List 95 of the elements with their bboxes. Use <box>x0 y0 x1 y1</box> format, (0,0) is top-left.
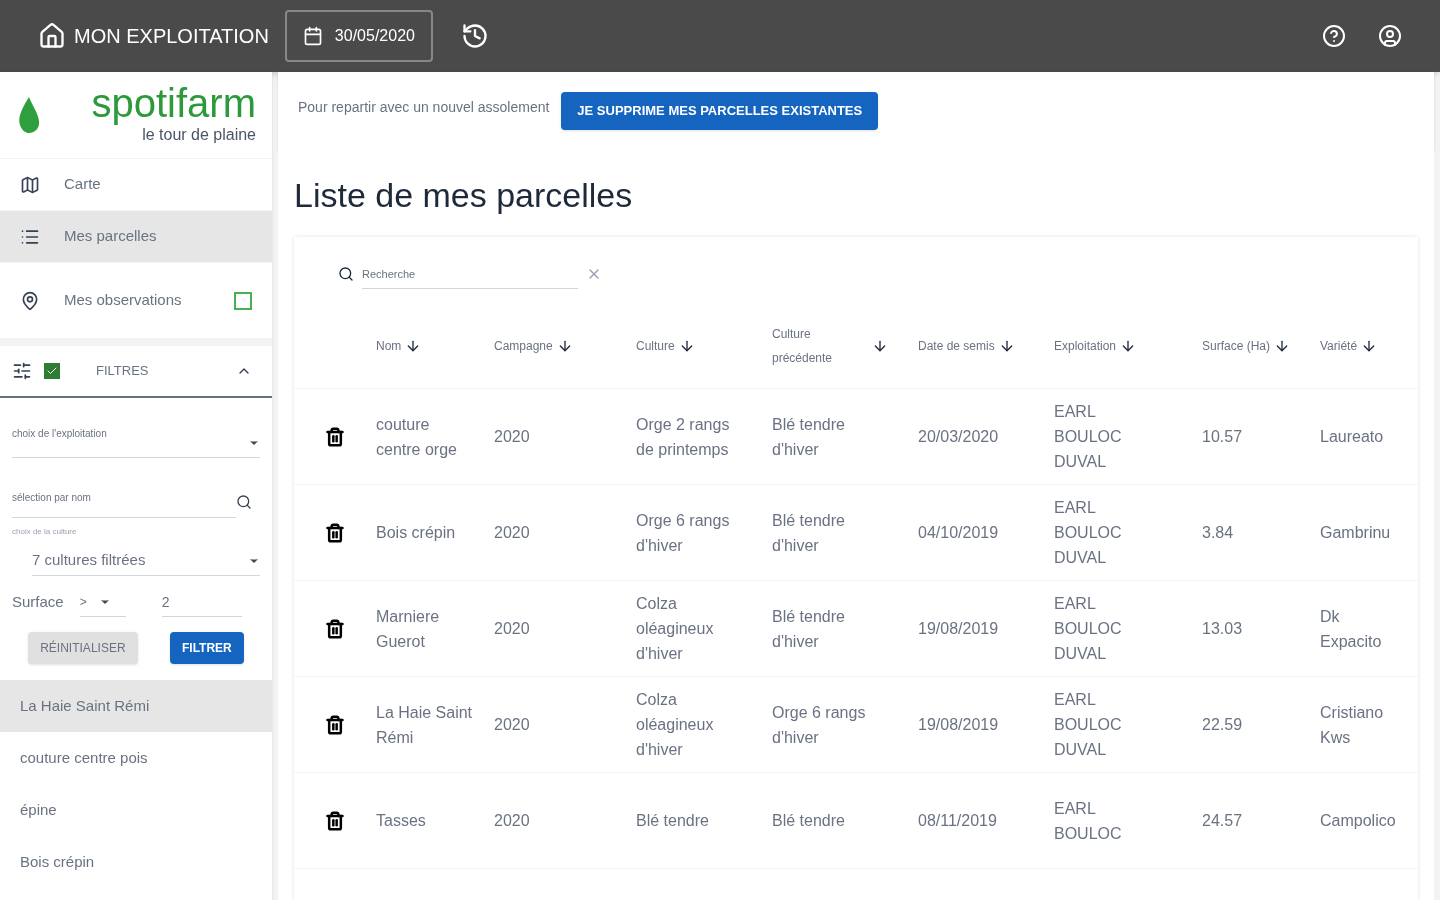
column-header[interactable]: Surface (Ha) <box>1202 333 1271 358</box>
table-cell-text: Blé tendre d'hiver <box>772 414 846 460</box>
table-cell-text: EARL BOULOC DUVAL <box>1054 690 1123 760</box>
table-cell-text: 19/08/2019 <box>918 619 1000 639</box>
table-cell-text: Colza oléagineux d'hiver <box>636 594 715 664</box>
table-cell-text: 2020 <box>494 811 531 831</box>
nav-label: Mes observations <box>64 290 183 311</box>
table-cell-text: 19/08/2019 <box>918 715 1000 735</box>
checkbox[interactable] <box>234 291 252 310</box>
surface-field[interactable]: 2 <box>161 587 242 617</box>
table-cell-text: Blé tendre <box>772 811 846 831</box>
table-cell-text: Blé tendre <box>636 811 710 831</box>
delete-icon[interactable] <box>325 426 345 447</box>
table-cell-text: Bois crépin <box>376 523 457 543</box>
delete-icon[interactable] <box>325 810 345 831</box>
column-header[interactable]: Culture <box>636 333 675 358</box>
help-icon[interactable] <box>1322 24 1346 48</box>
table-cell-text: 08/11/2019 <box>918 811 998 831</box>
surface-label: Surface <box>12 591 64 612</box>
table-cell-text: Cristiano Kws <box>1320 702 1385 748</box>
history-icon[interactable] <box>460 22 489 50</box>
culture-label: choix de la culture <box>12 526 78 538</box>
parcel-list-item[interactable]: La Haie Saint Rémi <box>0 680 272 732</box>
checkbox[interactable] <box>44 363 60 379</box>
column-header[interactable]: Nom <box>376 333 402 358</box>
page-title: Liste de mes parcelles <box>294 175 634 216</box>
culture-select[interactable]: 7 cultures filtrées <box>32 546 260 576</box>
table-cell-text: Gambrinu <box>1320 523 1392 543</box>
calendar-icon <box>302 26 323 46</box>
table-cell-text: Dk Expacito <box>1320 606 1383 652</box>
delete-icon[interactable] <box>325 714 345 735</box>
table-cell-text: 13.03 <box>1202 619 1244 639</box>
date-button[interactable]: 30/05/2020 <box>284 10 433 62</box>
app-title: MON EXPLOITATION <box>74 24 269 49</box>
operator-select[interactable]: > <box>79 587 126 617</box>
nav-label: Carte <box>64 174 102 195</box>
table-cell-text: Campolico <box>1320 811 1394 831</box>
nav-item[interactable]: Mes observations <box>0 262 272 338</box>
table-cell-text: 22.59 <box>1202 715 1244 735</box>
table-cell-text: Blé tendre d'hiver <box>772 510 846 556</box>
table-cell-text: EARL BOULOC DUVAL <box>1054 594 1123 664</box>
delete-icon[interactable] <box>325 618 345 639</box>
table-cell-text: 20/03/2020 <box>918 427 1000 447</box>
filters-label: FILTRES <box>96 362 149 381</box>
search-field[interactable]: Recherche <box>362 259 578 289</box>
table-cell-text: La Haie Saint Rémi <box>376 702 474 748</box>
table-cell-text: 2020 <box>494 619 531 639</box>
search-icon <box>236 494 252 510</box>
nav-item[interactable]: Mes parcelles <box>0 210 272 262</box>
table-cell-text: couture centre orge <box>376 414 458 460</box>
nav-item[interactable]: Carte <box>0 158 272 210</box>
column-header[interactable]: Variété <box>1320 333 1358 358</box>
account-icon[interactable] <box>1378 24 1402 48</box>
nav-label: Mes parcelles <box>64 226 158 247</box>
table-cell-text: Laureato <box>1320 427 1385 447</box>
table-cell-text: 10.57 <box>1202 427 1244 447</box>
leaf-logo-icon <box>16 95 42 135</box>
filter-button[interactable]: FILTRER <box>170 632 244 664</box>
brand-name: spotifarm <box>91 83 256 123</box>
table-cell-text: Marniere Guerot <box>376 606 441 652</box>
parcel-list-item[interactable]: couture centre pois <box>0 732 272 784</box>
column-header[interactable]: Date de semis <box>918 333 995 358</box>
name-search-field[interactable]: sélection par nom <box>12 478 236 518</box>
table-cell-text: EARL BOULOC DUVAL <box>1054 402 1123 472</box>
pin-icon <box>20 290 40 311</box>
parcel-list-item[interactable]: épine <box>0 784 272 836</box>
exploitation-select[interactable]: choix de l'exploitation <box>12 414 260 458</box>
table-cell-text: 2020 <box>494 427 531 447</box>
filter-sliders-icon <box>12 361 32 381</box>
delete-icon[interactable] <box>325 522 345 543</box>
farm-icon <box>38 22 66 50</box>
reset-button[interactable]: RÉINITIALISER <box>28 632 138 664</box>
delete-parcels-button[interactable]: JE SUPPRIME MES PARCELLES EXISTANTES <box>561 92 879 130</box>
table-cell-text: 3.84 <box>1202 523 1235 543</box>
table-cell-text: EARL BOULOC <box>1054 798 1123 844</box>
search-icon <box>338 266 354 282</box>
brand-tagline: le tour de plaine <box>142 125 256 145</box>
table-cell-text: Tasses <box>376 811 427 831</box>
banner-text: Pour repartir avec un nouvel assolement <box>298 98 550 117</box>
table-cell-text: Colza oléagineux d'hiver <box>636 690 715 760</box>
table-cell-text: 04/10/2019 <box>918 523 1000 543</box>
column-header[interactable]: Culture précédente <box>772 321 868 370</box>
column-header[interactable]: Campagne <box>494 333 553 358</box>
check-icon <box>46 365 58 377</box>
table-cell-text: 2020 <box>494 715 531 735</box>
table-cell-text: Orge 2 rangs de printemps <box>636 414 731 460</box>
column-header[interactable]: Exploitation <box>1054 333 1117 358</box>
table-cell-text: Orge 6 rangs d'hiver <box>772 702 867 748</box>
table-cell-text: 24.57 <box>1202 811 1244 831</box>
parcel-list-item[interactable]: Bois crépin <box>0 836 272 888</box>
table-cell-text: Orge 6 rangs d'hiver <box>636 510 731 556</box>
map-icon <box>20 174 40 195</box>
table-cell-text: EARL BOULOC DUVAL <box>1054 498 1123 568</box>
table-cell-text: 2020 <box>494 523 531 543</box>
table-cell-text: Blé tendre d'hiver <box>772 606 846 652</box>
